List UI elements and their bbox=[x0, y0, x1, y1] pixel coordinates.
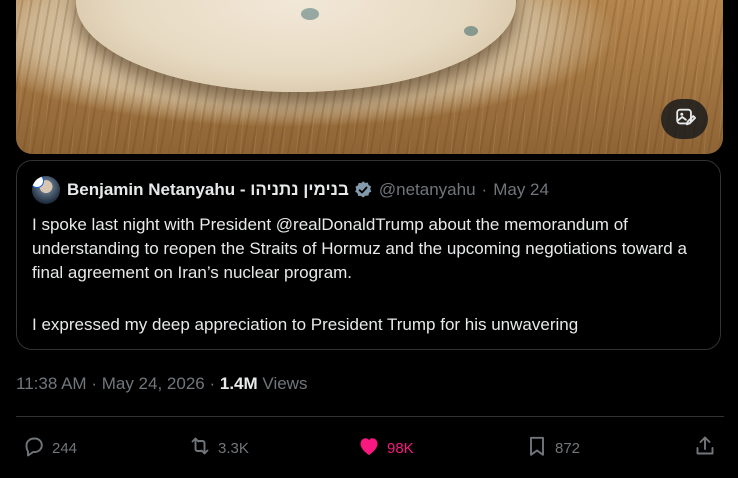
repost-icon bbox=[188, 434, 212, 462]
quoted-paragraph: I expressed my deep appreciation to Pres… bbox=[32, 315, 579, 334]
quoted-author-handle[interactable]: @netanyahu bbox=[379, 180, 476, 200]
like-heart-icon bbox=[357, 434, 381, 462]
media-mold-spot bbox=[301, 8, 319, 20]
share-icon bbox=[693, 434, 717, 462]
meta-separator: · bbox=[209, 374, 216, 393]
quoted-tweet-text: I spoke last night with President @realD… bbox=[32, 213, 712, 365]
verified-badge-icon[interactable] bbox=[353, 180, 373, 200]
quoted-tweet-date[interactable]: May 24 bbox=[493, 180, 549, 200]
tweet-date[interactable]: May 24, 2026 bbox=[102, 374, 205, 393]
repost-count: 3.3K bbox=[218, 439, 249, 457]
bookmark-button[interactable]: 872 bbox=[525, 432, 580, 464]
action-bar: 244 3.3K 98K 872 bbox=[0, 432, 738, 464]
media-edit-button[interactable] bbox=[661, 99, 708, 139]
quoted-tweet[interactable]: Benjamin Netanyahu - בנימין נתניהו @neta… bbox=[16, 160, 721, 350]
share-button[interactable] bbox=[693, 432, 717, 464]
divider bbox=[16, 416, 724, 417]
reply-button[interactable]: 244 bbox=[22, 432, 77, 464]
tweet-media-image[interactable] bbox=[16, 0, 723, 154]
repost-button[interactable]: 3.3K bbox=[188, 432, 249, 464]
quoted-paragraph: I spoke last night with President @realD… bbox=[32, 215, 687, 282]
reply-count: 244 bbox=[52, 439, 78, 457]
meta-separator: · bbox=[91, 374, 97, 393]
like-count: 98K bbox=[387, 439, 414, 457]
tweet-time[interactable]: 11:38 AM bbox=[16, 374, 87, 393]
header-separator: · bbox=[481, 180, 488, 199]
bookmark-count: 872 bbox=[555, 439, 581, 457]
bookmark-icon bbox=[525, 434, 549, 462]
tweet-meta: 11:38 AM · May 24, 2026 · 1.4M Views bbox=[16, 374, 307, 394]
media-edit-icon bbox=[674, 106, 696, 133]
like-button[interactable]: 98K bbox=[357, 432, 414, 464]
avatar[interactable] bbox=[32, 176, 60, 204]
quoted-author-name[interactable]: Benjamin Netanyahu - בנימין נתניהו bbox=[67, 180, 349, 200]
views-count[interactable]: 1.4M bbox=[220, 374, 258, 393]
flag-icon bbox=[32, 176, 44, 188]
quoted-tweet-header: Benjamin Netanyahu - בנימין נתניהו @neta… bbox=[32, 176, 549, 204]
media-mold-spot bbox=[464, 26, 478, 36]
views-label: Views bbox=[262, 374, 308, 393]
reply-icon bbox=[22, 434, 46, 462]
